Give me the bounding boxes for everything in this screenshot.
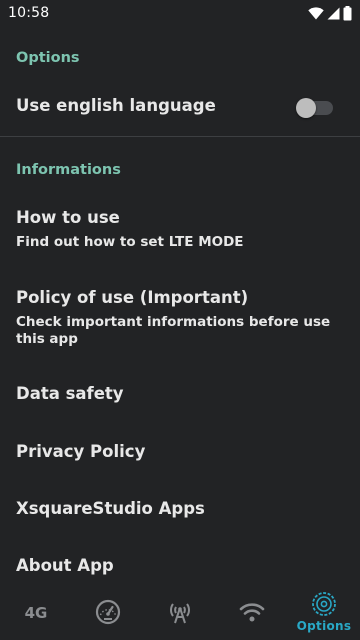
xsquarestudio-apps-title: XsquareStudio Apps (16, 499, 205, 518)
policy-of-use-title: Policy of use (Important) (16, 288, 249, 307)
about-app-title: About App (16, 556, 114, 575)
nav-options-label: Options (296, 619, 352, 633)
status-bar: 10:58 (0, 0, 360, 26)
policy-of-use-item[interactable]: Policy of use (Important) Check importan… (0, 278, 360, 354)
wifi-icon (239, 603, 265, 622)
signal-tower-icon (170, 603, 190, 624)
use-english-toggle[interactable] (296, 98, 333, 118)
how-to-use-title: How to use (16, 208, 120, 227)
bottom-navigation: 4G Options (0, 584, 360, 640)
privacy-policy-item[interactable]: Privacy Policy (0, 434, 360, 474)
xsquarestudio-apps-item[interactable]: XsquareStudio Apps (0, 491, 360, 531)
nav-speed[interactable] (72, 584, 144, 640)
use-english-row[interactable]: Use english language (0, 84, 360, 128)
use-english-label: Use english language (16, 96, 216, 115)
policy-of-use-subtitle: Check important informations before use … (16, 314, 331, 347)
about-app-item[interactable]: About App (0, 548, 360, 588)
toggle-knob (296, 98, 316, 118)
speedometer-icon (95, 599, 121, 625)
how-to-use-subtitle: Find out how to set LTE MODE (16, 234, 244, 250)
wifi-status-icon (308, 6, 324, 20)
nav-4g[interactable]: 4G (0, 584, 72, 640)
status-icons (308, 5, 352, 21)
privacy-policy-title: Privacy Policy (16, 442, 146, 461)
nav-signal[interactable] (144, 584, 216, 640)
options-gear-icon (312, 592, 336, 616)
section-divider (0, 136, 360, 137)
how-to-use-item[interactable]: How to use Find out how to set LTE MODE (0, 198, 360, 258)
status-time: 10:58 (8, 5, 50, 21)
options-section-header: Options (16, 50, 80, 66)
data-safety-item[interactable]: Data safety (0, 376, 360, 416)
nav-wifi[interactable] (216, 584, 288, 640)
informations-section-header: Informations (16, 162, 121, 178)
battery-icon (343, 5, 352, 20)
cell-signal-icon (327, 7, 340, 19)
nav-options[interactable]: Options (288, 584, 360, 640)
nav-4g-label: 4G (24, 604, 48, 622)
data-safety-title: Data safety (16, 384, 124, 403)
